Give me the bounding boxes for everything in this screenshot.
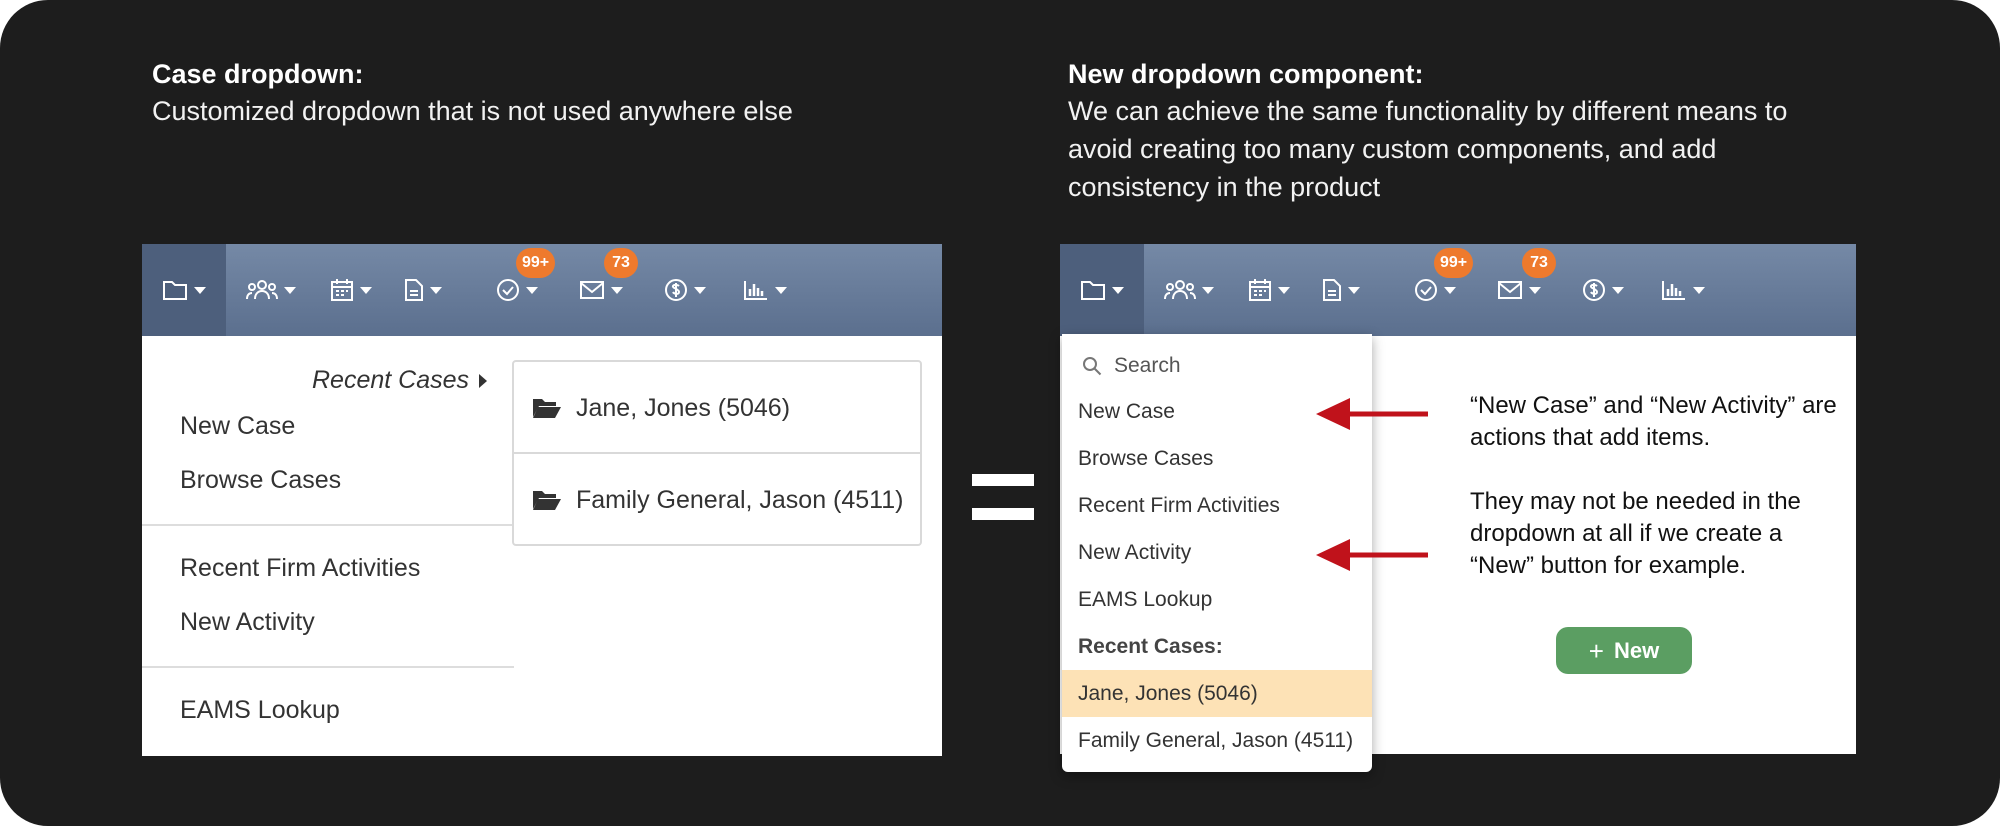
calendar-icon — [331, 279, 353, 301]
old-menu-browse-cases[interactable]: Browse Cases — [180, 466, 341, 495]
recent-case-item[interactable]: Family General, Jason (4511) — [1062, 717, 1372, 764]
nav-billing-button[interactable] — [654, 244, 716, 336]
dropdown-recent-firm-activities[interactable]: Recent Firm Activities — [1062, 482, 1372, 529]
chevron-down-icon — [430, 286, 442, 294]
top-navbar: 99+ 73 — [142, 244, 942, 336]
mail-icon — [1498, 281, 1522, 299]
check-circle-icon — [497, 279, 519, 301]
tasks-badge: 99+ — [516, 248, 556, 278]
folder-open-icon — [533, 491, 561, 510]
nav-documents-button[interactable] — [392, 244, 454, 336]
chevron-down-icon — [1612, 286, 1624, 294]
right-description: We can achieve the same functionality by… — [1068, 96, 1788, 202]
dollar-icon — [665, 279, 687, 301]
nav-reports-button[interactable] — [732, 244, 798, 336]
top-navbar: 99+ 73 — [1060, 244, 1856, 336]
submenu-item[interactable]: Jane, Jones (5046) — [514, 362, 920, 454]
chevron-down-icon — [526, 286, 538, 294]
document-icon — [1323, 279, 1341, 301]
dropdown-search[interactable]: Search — [1082, 354, 1181, 378]
arrow-left-icon — [1316, 398, 1428, 430]
nav-calendar-button[interactable] — [318, 244, 384, 336]
folder-icon — [163, 281, 187, 300]
nav-documents-button[interactable] — [1310, 244, 1372, 336]
mail-icon — [580, 281, 604, 299]
nav-billing-button[interactable] — [1572, 244, 1634, 336]
dropdown-eams-lookup[interactable]: EAMS Lookup — [1062, 576, 1372, 623]
chevron-down-icon — [775, 286, 787, 294]
right-title: New dropdown component: — [1068, 59, 1424, 89]
users-icon — [246, 280, 278, 300]
menu-divider — [142, 524, 514, 526]
chevron-down-icon — [360, 286, 372, 294]
search-icon — [1083, 357, 1102, 376]
recent-case-item[interactable]: Jane, Jones (5046) — [1062, 670, 1372, 717]
annotation-actions: “New Case” and “New Activity” are action… — [1470, 392, 1837, 451]
chevron-down-icon — [284, 286, 296, 294]
folder-icon — [1081, 281, 1105, 300]
right-heading: New dropdown component: We can achieve t… — [1068, 56, 1828, 206]
recent-cases-menu-item[interactable]: Recent Cases — [312, 366, 488, 395]
search-placeholder: Search — [1114, 354, 1181, 377]
chevron-down-icon — [1693, 286, 1705, 294]
users-icon — [1164, 280, 1196, 300]
bar-chart-icon — [1662, 281, 1685, 300]
recent-cases-submenu: Jane, Jones (5046) Family General, Jason… — [512, 360, 922, 546]
dollar-icon — [1583, 279, 1605, 301]
chevron-down-icon — [694, 286, 706, 294]
nav-contacts-button[interactable] — [1152, 244, 1226, 336]
calendar-icon — [1249, 279, 1271, 301]
nav-cases-button[interactable] — [142, 244, 226, 336]
left-heading: Case dropdown: Customized dropdown that … — [152, 56, 912, 130]
left-title: Case dropdown: — [152, 59, 364, 89]
presentation-frame: Case dropdown: Customized dropdown that … — [0, 0, 2000, 826]
equals-sign-top — [972, 474, 1034, 486]
nav-reports-button[interactable] — [1650, 244, 1716, 336]
document-icon — [405, 279, 423, 301]
chevron-down-icon — [1112, 286, 1124, 294]
messages-badge: 73 — [604, 248, 638, 278]
recent-cases-header: Recent Cases: — [1078, 634, 1223, 658]
dropdown-browse-cases[interactable]: Browse Cases — [1062, 435, 1372, 482]
chevron-down-icon — [1529, 286, 1541, 294]
folder-open-icon — [533, 399, 561, 418]
tasks-badge: 99+ — [1434, 248, 1474, 278]
equals-sign-bottom — [972, 508, 1034, 520]
nav-calendar-button[interactable] — [1236, 244, 1302, 336]
menu-divider — [142, 666, 514, 668]
chevron-down-icon — [1202, 286, 1214, 294]
nav-cases-button[interactable] — [1060, 244, 1144, 336]
arrow-left-icon — [1316, 539, 1428, 571]
old-menu-new-case[interactable]: New Case — [180, 412, 295, 441]
submenu-item[interactable]: Family General, Jason (4511) — [514, 454, 920, 546]
bar-chart-icon — [744, 281, 767, 300]
old-menu-recent-firm-activities[interactable]: Recent Firm Activities — [180, 554, 420, 583]
chevron-down-icon — [1348, 286, 1360, 294]
chevron-down-icon — [194, 286, 206, 294]
messages-badge: 73 — [1522, 248, 1556, 278]
chevron-down-icon — [1278, 286, 1290, 294]
old-case-dropdown-screenshot: 99+ 73 Recent Cases New Case Browse Case… — [142, 244, 942, 756]
left-description: Customized dropdown that is not used any… — [152, 96, 793, 126]
old-menu-eams-lookup[interactable]: EAMS Lookup — [180, 696, 340, 725]
chevron-down-icon — [611, 286, 623, 294]
old-menu-new-activity[interactable]: New Activity — [180, 608, 315, 637]
nav-contacts-button[interactable] — [234, 244, 308, 336]
check-circle-icon — [1415, 279, 1437, 301]
chevron-down-icon — [1444, 286, 1456, 294]
annotation-new-button: They may not be needed in the dropdown a… — [1470, 488, 1801, 579]
chevron-right-icon — [479, 373, 488, 388]
new-button[interactable]: + New — [1556, 627, 1692, 674]
plus-icon: + — [1588, 635, 1604, 666]
old-case-menu: Recent Cases New Case Browse Cases Recen… — [142, 336, 514, 756]
